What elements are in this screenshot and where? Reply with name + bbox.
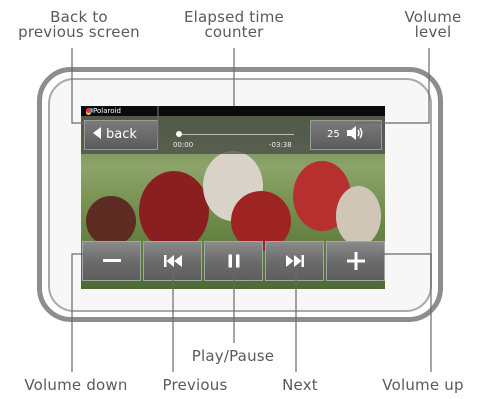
plus-icon bbox=[346, 252, 365, 270]
callout-back-line2: previous screen bbox=[18, 23, 140, 41]
video-figure bbox=[139, 171, 209, 251]
video-figure bbox=[86, 196, 136, 246]
callout-play-pause: Play/Pause bbox=[191, 347, 275, 365]
speaker-icon bbox=[346, 124, 365, 152]
polaroid-logo-icon bbox=[86, 108, 91, 113]
volume-value: 25 bbox=[327, 129, 340, 140]
status-bar: Polaroid bbox=[81, 106, 385, 116]
callout-next: Next bbox=[282, 376, 318, 394]
previous-button[interactable] bbox=[143, 241, 202, 281]
back-button[interactable]: back bbox=[84, 120, 158, 150]
device-screen: Polaroid back 00:00 -03:38 25 bbox=[81, 106, 385, 289]
play-pause-button[interactable] bbox=[204, 241, 263, 281]
callout-back: Back to previous screen bbox=[4, 10, 154, 40]
minus-icon bbox=[102, 259, 121, 262]
progress-knob[interactable] bbox=[176, 131, 182, 137]
skip-back-icon bbox=[163, 255, 182, 267]
volume-up-button[interactable] bbox=[326, 241, 385, 281]
next-button[interactable] bbox=[265, 241, 324, 281]
callout-elapsed: Elapsed time counter bbox=[164, 10, 304, 40]
progress-track[interactable] bbox=[176, 131, 294, 137]
callout-elapsed-line2: counter bbox=[204, 23, 264, 41]
volume-level-display[interactable]: 25 bbox=[310, 120, 382, 150]
pause-icon bbox=[228, 254, 239, 268]
volume-down-button[interactable] bbox=[82, 241, 141, 281]
callout-volume-level-line2: level bbox=[414, 23, 452, 41]
callout-previous: Previous bbox=[162, 376, 228, 394]
brand-label: Polaroid bbox=[93, 107, 121, 115]
callout-volume-level: Volume level bbox=[388, 10, 478, 40]
skip-forward-icon bbox=[285, 255, 304, 267]
callout-volume-up: Volume up bbox=[382, 376, 464, 394]
remaining-time: -03:38 bbox=[269, 141, 292, 149]
bottom-control-bar bbox=[81, 241, 385, 281]
back-label: back bbox=[106, 127, 137, 142]
callout-volume-down: Volume down bbox=[24, 376, 128, 394]
left-triangle-icon bbox=[93, 127, 101, 139]
elapsed-time: 00:00 bbox=[173, 141, 194, 149]
video-figure bbox=[336, 186, 381, 246]
